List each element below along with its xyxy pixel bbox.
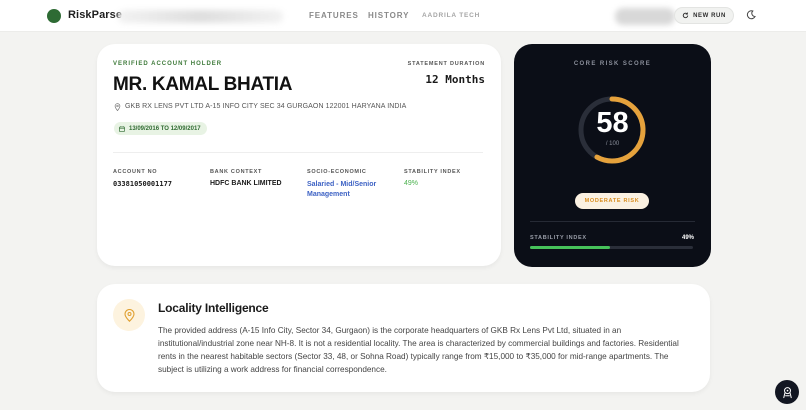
locality-intelligence-card: Locality Intelligence The provided addre…: [97, 284, 710, 392]
nav-org[interactable]: AADRILA TECH: [422, 12, 480, 19]
core-risk-score-label: CORE RISK SCORE: [573, 61, 652, 67]
stability-index-label: STABILITY INDEX: [404, 169, 461, 175]
brand-name[interactable]: RiskParse: [68, 9, 122, 21]
blurred-region: [118, 10, 283, 23]
location-pin-icon: [123, 308, 135, 322]
divider: [113, 152, 483, 153]
stability-index-label: STABILITY INDEX: [530, 235, 587, 241]
stability-progress-track: [530, 246, 693, 249]
risk-level-badge: MODERATE RISK: [575, 193, 649, 209]
divider: [530, 221, 695, 222]
logo-icon[interactable]: [47, 9, 61, 23]
account-address: GKB RX LENS PVT LTD A-15 INFO CITY SEC 3…: [125, 103, 407, 110]
blurred-region: [615, 8, 675, 25]
stability-index-percent: 49%: [681, 235, 694, 241]
top-navbar: RiskParse FEATURES HISTORY AADRILA TECH …: [0, 0, 806, 32]
verified-label: VERIFIED ACCOUNT HOLDER: [113, 61, 223, 67]
account-profile-card: VERIFIED ACCOUNT HOLDER MR. KAMAL BHATIA…: [97, 44, 501, 266]
socio-economic-value: Salaried - Mid/Senior Management: [307, 181, 377, 198]
locality-description: The provided address (A-15 Info City, Se…: [158, 326, 679, 374]
account-no-label: ACCOUNT NO: [113, 169, 158, 175]
stability-progress-fill: [530, 246, 610, 249]
risk-score-value: 58: [596, 107, 629, 139]
bank-context-label: BANK CONTEXT: [210, 169, 263, 175]
calendar-icon: [119, 125, 125, 132]
account-holder-name: MR. KAMAL BHATIA: [113, 74, 293, 95]
nav-history[interactable]: HISTORY: [368, 11, 409, 20]
locality-title: Locality Intelligence: [158, 301, 269, 315]
assistant-button[interactable]: [775, 380, 799, 404]
map-pin-icon: [114, 103, 121, 111]
risk-score-max: / 100: [605, 141, 620, 147]
socio-economic-label: SOCIO-ECONOMIC: [307, 169, 367, 175]
statement-duration-label: STATEMENT DURATION: [407, 61, 485, 67]
refresh-icon: [682, 12, 689, 19]
bank-context-value: HDFC BANK LIMITED: [210, 180, 282, 187]
date-range: 13/09/2016 TO 12/09/2017: [129, 125, 201, 132]
new-run-label: NEW RUN: [693, 12, 726, 19]
moon-icon[interactable]: [746, 10, 756, 20]
risk-score-card: CORE RISK SCORE 58 / 100 MODERATE RISK S…: [514, 44, 711, 267]
statement-duration-value: 12 Months: [425, 73, 485, 86]
new-run-button[interactable]: NEW RUN: [674, 7, 734, 24]
locality-icon-badge: [113, 299, 145, 331]
statement-date-badge: 13/09/2016 TO 12/09/2017: [114, 122, 207, 135]
assistant-icon: [782, 386, 792, 398]
stability-index-value: 49%: [404, 180, 419, 187]
nav-features[interactable]: FEATURES: [309, 11, 359, 20]
account-no-value: 03381050001177: [113, 180, 173, 188]
